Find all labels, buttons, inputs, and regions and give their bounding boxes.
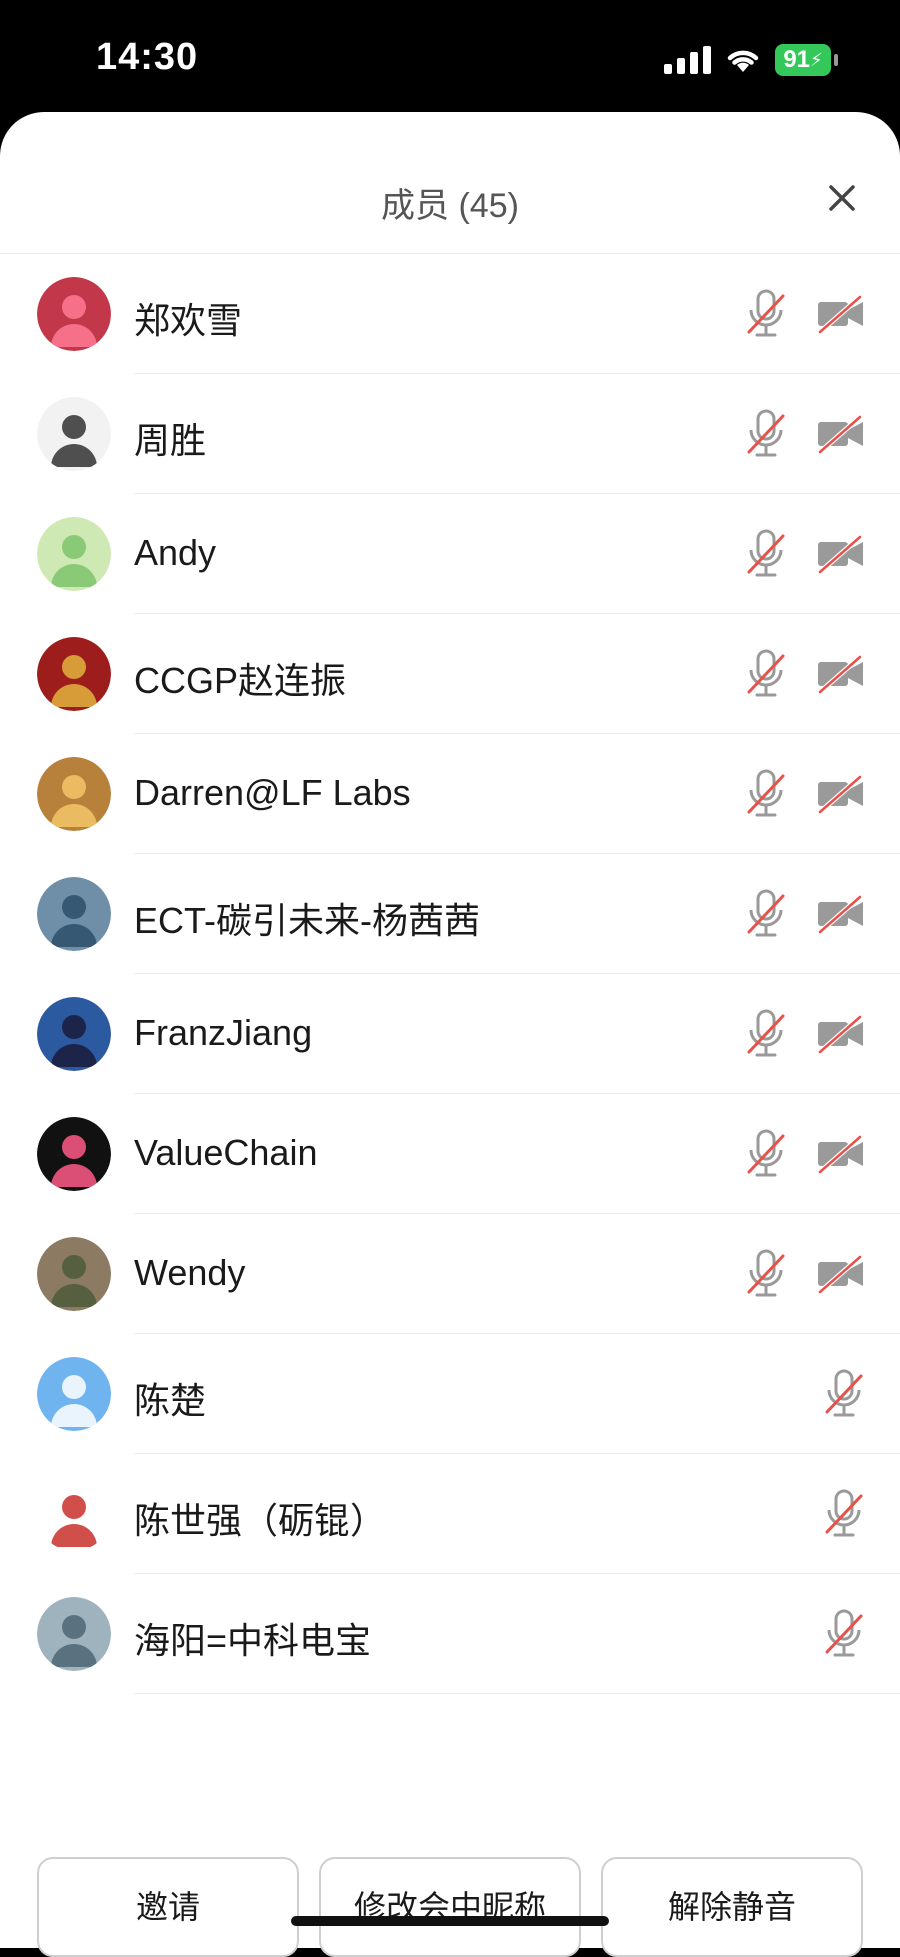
avatar <box>37 1117 111 1191</box>
close-button[interactable] <box>822 178 862 218</box>
home-indicator <box>291 1916 609 1926</box>
video-off-icon <box>816 414 866 454</box>
mic-muted-icon <box>744 1248 788 1300</box>
camera-off-button[interactable] <box>816 654 866 694</box>
invite-button[interactable]: 邀请 <box>37 1857 299 1957</box>
camera-off-button[interactable] <box>816 894 866 934</box>
mic-muted-button[interactable] <box>744 528 788 580</box>
avatar <box>37 757 111 831</box>
member-row[interactable]: 周胜 <box>0 374 900 494</box>
mic-muted-button[interactable] <box>822 1488 866 1540</box>
member-row[interactable]: Wendy <box>0 1214 900 1334</box>
cellular-signal-icon <box>664 46 711 74</box>
video-off-icon <box>816 1254 866 1294</box>
mic-muted-icon <box>744 1128 788 1180</box>
camera-off-button[interactable] <box>816 294 866 334</box>
member-row[interactable]: Andy <box>0 494 900 614</box>
battery-level: 91 <box>783 46 811 73</box>
bottom-action-bar: 邀请 修改会中昵称 解除静音 <box>0 1827 900 1957</box>
avatar <box>37 277 111 351</box>
video-off-icon <box>816 774 866 814</box>
avatar <box>37 1357 111 1431</box>
member-name: Darren@LF Labs <box>134 772 411 813</box>
status-bar: 14:30 91 ⚡ <box>0 0 900 112</box>
member-name: 周胜 <box>134 420 207 461</box>
status-time: 14:30 <box>96 36 199 78</box>
avatar <box>37 637 111 711</box>
mic-muted-icon <box>744 528 788 580</box>
avatar <box>37 997 111 1071</box>
mic-muted-icon <box>822 1368 866 1420</box>
member-row[interactable]: ECT-碳引未来-杨茜茜 <box>0 854 900 974</box>
member-row[interactable]: 陈世强（砺锟） <box>0 1454 900 1574</box>
mic-muted-icon <box>744 768 788 820</box>
camera-off-button[interactable] <box>816 414 866 454</box>
member-name: 海阳=中科电宝 <box>134 1620 372 1661</box>
member-row[interactable]: ValueChain <box>0 1094 900 1214</box>
mic-muted-button[interactable] <box>744 288 788 340</box>
mic-muted-button[interactable] <box>744 648 788 700</box>
mic-muted-button[interactable] <box>822 1368 866 1420</box>
camera-off-button[interactable] <box>816 774 866 814</box>
camera-off-button[interactable] <box>816 1254 866 1294</box>
camera-off-button[interactable] <box>816 534 866 574</box>
mic-muted-button[interactable] <box>744 1248 788 1300</box>
member-name: ECT-碳引未来-杨茜茜 <box>134 900 480 941</box>
video-off-icon <box>816 654 866 694</box>
video-off-icon <box>816 1134 866 1174</box>
unmute-button[interactable]: 解除静音 <box>601 1857 863 1957</box>
rename-nickname-button[interactable]: 修改会中昵称 <box>319 1857 581 1957</box>
sheet-title: 成员 (45) <box>381 187 519 225</box>
mic-muted-button[interactable] <box>744 408 788 460</box>
avatar <box>37 1597 111 1671</box>
mic-muted-icon <box>744 888 788 940</box>
avatar <box>37 517 111 591</box>
member-row[interactable]: Darren@LF Labs <box>0 734 900 854</box>
member-name: 郑欢雪 <box>134 300 243 341</box>
member-name: 陈楚 <box>134 1380 207 1421</box>
mic-muted-icon <box>744 408 788 460</box>
member-row[interactable]: 海阳=中科电宝 <box>0 1574 900 1694</box>
member-name: Andy <box>134 532 217 573</box>
avatar <box>37 877 111 951</box>
member-name: Wendy <box>134 1252 246 1293</box>
wifi-icon <box>727 50 759 72</box>
video-off-icon <box>816 534 866 574</box>
mic-muted-button[interactable] <box>744 888 788 940</box>
status-icons: 91 ⚡ <box>664 44 838 76</box>
avatar <box>37 1477 111 1551</box>
member-row[interactable]: CCGP赵连振 <box>0 614 900 734</box>
video-off-icon <box>816 294 866 334</box>
mic-muted-icon <box>744 648 788 700</box>
mic-muted-button[interactable] <box>744 1128 788 1180</box>
camera-off-button[interactable] <box>816 1014 866 1054</box>
member-name: 陈世强（砺锟） <box>134 1500 387 1541</box>
member-list[interactable]: 郑欢雪周胜 Andy CCGP赵连振 Darren@LF Labs ECT-碳引未来-杨… <box>0 254 900 1827</box>
battery-charging-icon: 91 ⚡ <box>775 44 838 76</box>
video-off-icon <box>816 894 866 934</box>
camera-off-button[interactable] <box>816 1134 866 1174</box>
members-sheet: 成员 (45) 郑欢雪周胜 Andy CCGP赵连振 Darren@LF Labs EC… <box>0 112 900 1957</box>
close-icon <box>829 185 855 211</box>
mic-muted-icon <box>822 1488 866 1540</box>
mic-muted-icon <box>822 1608 866 1660</box>
mic-muted-button[interactable] <box>744 768 788 820</box>
avatar <box>37 397 111 471</box>
member-row[interactable]: FranzJiang <box>0 974 900 1094</box>
member-row[interactable]: 陈楚 <box>0 1334 900 1454</box>
mic-muted-icon <box>744 1008 788 1060</box>
sheet-header: 成员 (45) <box>0 112 900 254</box>
member-name: FranzJiang <box>134 1012 313 1053</box>
member-row[interactable]: 郑欢雪 <box>0 254 900 374</box>
avatar <box>37 1237 111 1311</box>
mic-muted-icon <box>744 288 788 340</box>
member-name: ValueChain <box>134 1132 318 1173</box>
mic-muted-button[interactable] <box>744 1008 788 1060</box>
video-off-icon <box>816 1014 866 1054</box>
mic-muted-button[interactable] <box>822 1608 866 1660</box>
member-name: CCGP赵连振 <box>134 660 347 701</box>
